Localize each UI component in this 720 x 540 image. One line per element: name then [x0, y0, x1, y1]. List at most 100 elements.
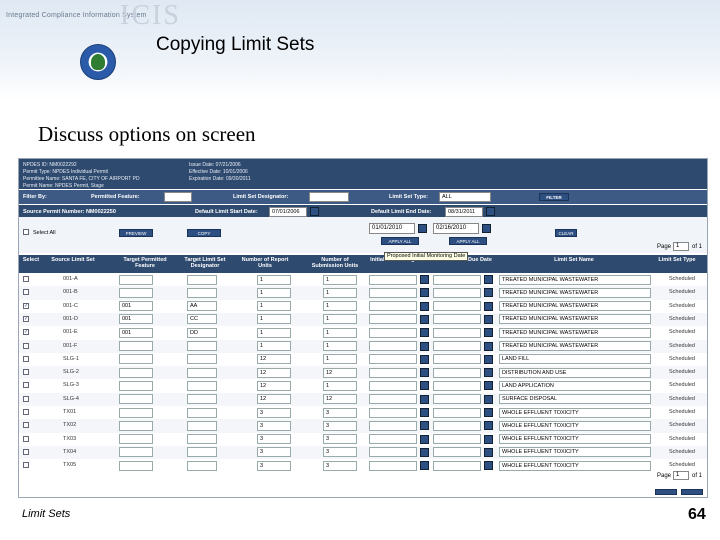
monitoring-calendar-icon[interactable] [420, 447, 429, 457]
dmr-calendar-icon[interactable] [484, 354, 493, 364]
initial-dmr-calendar-icon[interactable] [482, 224, 491, 233]
row-select-checkbox[interactable] [23, 395, 29, 402]
report-units-input[interactable]: 3 [257, 420, 291, 431]
report-units-input[interactable]: 1 [257, 327, 291, 338]
limit-set-name-input[interactable]: TREATED MUNICIPAL WASTEWATER [499, 341, 651, 351]
initial-monitoring-date-input[interactable] [369, 420, 417, 431]
target-designator-input[interactable] [187, 367, 217, 378]
submission-units-input[interactable]: 1 [323, 301, 357, 312]
submission-units-input[interactable]: 3 [323, 447, 357, 458]
dmr-calendar-icon[interactable] [484, 275, 493, 284]
filter-button[interactable]: FILTER [539, 193, 569, 201]
initial-monitoring-date-input[interactable] [369, 394, 417, 405]
bottom-nav-button-1[interactable] [655, 489, 677, 495]
initial-dmr-due-date-input[interactable] [433, 274, 481, 285]
target-designator-input[interactable] [187, 434, 217, 445]
monitoring-calendar-icon[interactable] [420, 275, 429, 284]
dmr-calendar-icon[interactable] [484, 288, 493, 298]
initial-dmr-date-default[interactable]: 02/16/2010 [433, 223, 479, 234]
report-units-input[interactable]: 3 [257, 407, 291, 418]
initial-monitoring-date-input[interactable] [369, 407, 417, 418]
row-select-checkbox[interactable] [23, 289, 29, 296]
apply-all-dmr-button[interactable]: APPLY ALL [449, 237, 487, 245]
initial-dmr-due-date-input[interactable] [433, 407, 481, 418]
report-units-input[interactable]: 3 [257, 460, 291, 471]
initial-dmr-due-date-input[interactable] [433, 460, 481, 471]
initial-monitoring-date-default[interactable]: 01/01/2010 [369, 223, 415, 234]
target-permitted-feature-input[interactable] [119, 434, 153, 445]
initial-dmr-due-date-input[interactable] [433, 341, 481, 351]
row-select-checkbox[interactable] [23, 448, 29, 455]
initial-monitoring-date-input[interactable] [369, 327, 417, 338]
target-permitted-feature-input[interactable] [119, 460, 153, 471]
initial-monitoring-date-input[interactable] [369, 301, 417, 312]
limit-set-name-input[interactable]: WHOLE EFFLUENT TOXICITY [499, 407, 651, 418]
permitted-feature-input[interactable] [164, 192, 192, 202]
monitoring-calendar-icon[interactable] [420, 434, 429, 444]
target-designator-input[interactable] [187, 394, 217, 405]
initial-monitoring-calendar-icon[interactable] [418, 224, 427, 233]
monitoring-calendar-icon[interactable] [420, 354, 429, 364]
initial-monitoring-date-input[interactable] [369, 341, 417, 351]
report-units-input[interactable]: 1 [257, 341, 291, 351]
target-permitted-feature-input[interactable] [119, 274, 153, 285]
target-permitted-feature-input[interactable]: 001 [119, 301, 153, 312]
target-permitted-feature-input[interactable] [119, 420, 153, 431]
submission-units-input[interactable]: 3 [323, 407, 357, 418]
target-permitted-feature-input[interactable]: 001 [119, 327, 153, 338]
limit-set-type-select[interactable]: ALL [439, 192, 491, 202]
row-select-checkbox[interactable]: ✓ [23, 315, 29, 322]
limit-set-name-input[interactable]: DISTRIBUTION AND USE [499, 367, 651, 378]
monitoring-calendar-icon[interactable] [420, 314, 429, 324]
row-select-checkbox[interactable] [23, 435, 29, 442]
end-date-input[interactable]: 08/31/2011 [445, 207, 483, 217]
monitoring-calendar-icon[interactable] [420, 408, 429, 417]
report-units-input[interactable]: 1 [257, 274, 291, 285]
row-select-checkbox[interactable]: ✓ [23, 329, 29, 336]
submission-units-input[interactable]: 1 [323, 327, 357, 338]
dmr-calendar-icon[interactable] [484, 328, 493, 338]
target-designator-input[interactable] [187, 287, 217, 298]
target-designator-input[interactable] [187, 447, 217, 458]
row-select-checkbox[interactable] [23, 382, 29, 389]
initial-dmr-due-date-input[interactable] [433, 367, 481, 378]
submission-units-input[interactable]: 3 [323, 460, 357, 471]
submission-units-input[interactable]: 12 [323, 394, 357, 405]
bottom-page-select[interactable]: 1 [673, 471, 689, 480]
report-units-input[interactable]: 1 [257, 301, 291, 312]
target-permitted-feature-input[interactable]: 001 [119, 314, 153, 325]
target-permitted-feature-input[interactable] [119, 407, 153, 418]
start-date-calendar-icon[interactable] [310, 207, 319, 216]
report-units-input[interactable]: 3 [257, 434, 291, 445]
preview-button[interactable]: PREVIEW [119, 229, 153, 237]
target-designator-input[interactable] [187, 354, 217, 365]
limit-set-name-input[interactable]: WHOLE EFFLUENT TOXICITY [499, 420, 651, 431]
initial-dmr-due-date-input[interactable] [433, 394, 481, 405]
submission-units-input[interactable]: 1 [323, 354, 357, 365]
initial-dmr-due-date-input[interactable] [433, 301, 481, 312]
initial-monitoring-date-input[interactable] [369, 434, 417, 445]
limit-set-name-input[interactable]: TREATED MUNICIPAL WASTEWATER [499, 287, 651, 298]
target-designator-input[interactable] [187, 420, 217, 431]
initial-monitoring-date-input[interactable] [369, 354, 417, 365]
dmr-calendar-icon[interactable] [484, 461, 493, 471]
limit-set-name-input[interactable]: WHOLE EFFLUENT TOXICITY [499, 447, 651, 458]
dmr-calendar-icon[interactable] [484, 368, 493, 378]
target-permitted-feature-input[interactable] [119, 394, 153, 405]
target-designator-input[interactable] [187, 460, 217, 471]
submission-units-input[interactable]: 1 [323, 341, 357, 351]
limit-set-name-input[interactable]: SURFACE DISPOSAL [499, 394, 651, 405]
initial-monitoring-date-input[interactable] [369, 447, 417, 458]
initial-monitoring-date-input[interactable] [369, 380, 417, 391]
initial-dmr-due-date-input[interactable] [433, 287, 481, 298]
limit-set-name-input[interactable]: TREATED MUNICIPAL WASTEWATER [499, 301, 651, 312]
limit-set-name-input[interactable]: WHOLE EFFLUENT TOXICITY [499, 460, 651, 471]
monitoring-calendar-icon[interactable] [420, 328, 429, 338]
report-units-input[interactable]: 3 [257, 447, 291, 458]
monitoring-calendar-icon[interactable] [420, 461, 429, 471]
clear-button[interactable]: CLEAR [555, 229, 577, 237]
initial-monitoring-date-input[interactable] [369, 314, 417, 325]
initial-dmr-due-date-input[interactable] [433, 314, 481, 325]
initial-dmr-due-date-input[interactable] [433, 447, 481, 458]
limit-set-name-input[interactable]: TREATED MUNICIPAL WASTEWATER [499, 314, 651, 325]
